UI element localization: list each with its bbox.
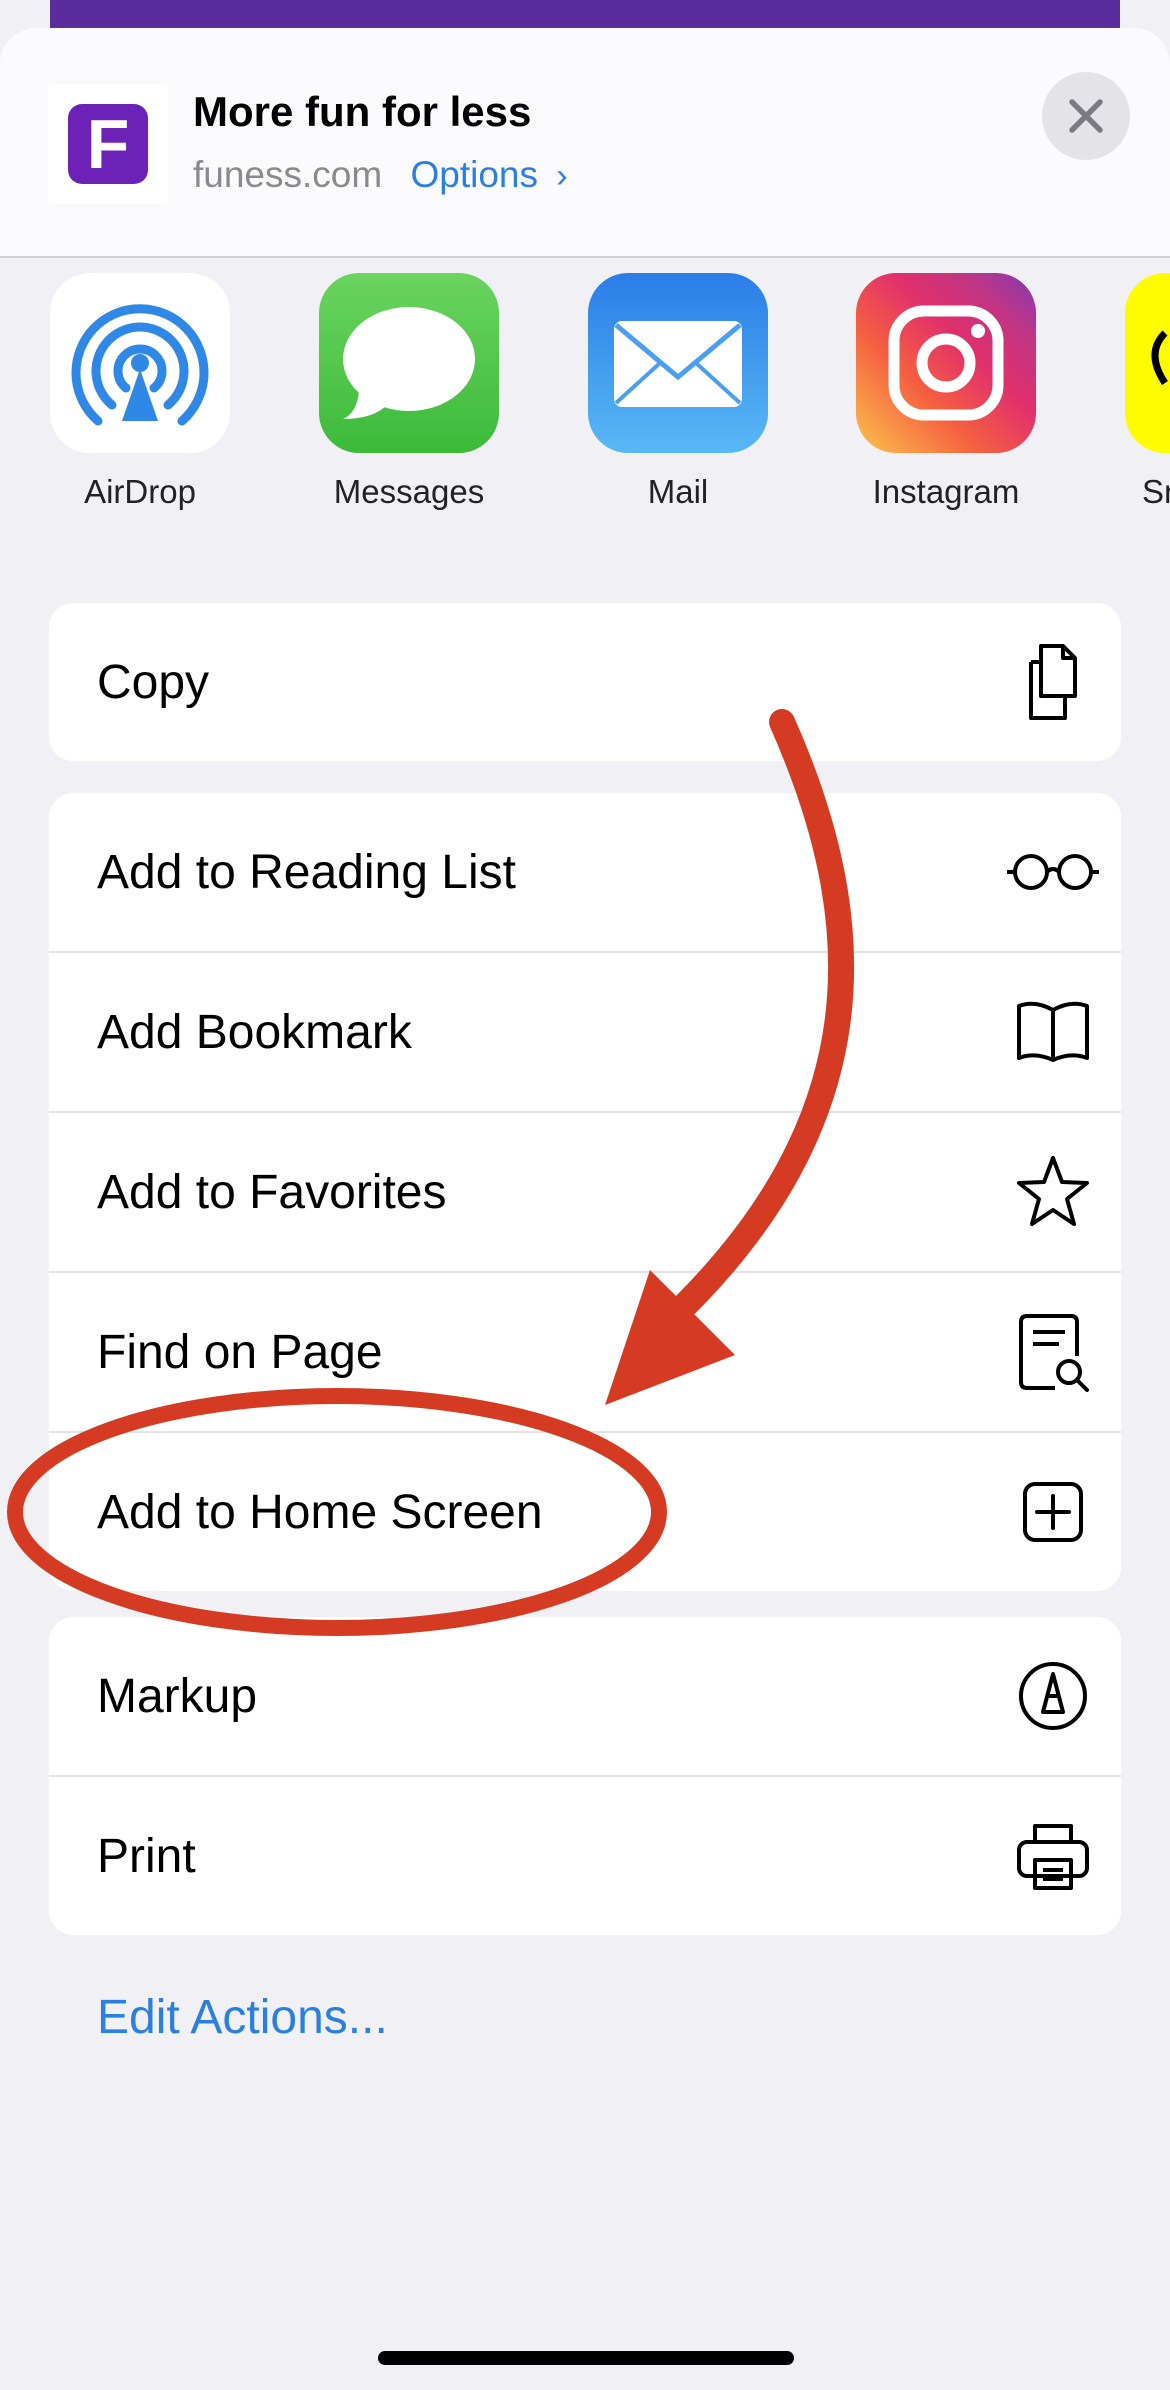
app-label: AirDrop: [84, 473, 196, 510]
glasses-icon: [1003, 832, 1103, 912]
app-row: AirDrop Messages Mail Instagram S: [0, 273, 1170, 533]
action-label: Add to Favorites: [97, 1165, 447, 1219]
action-copy[interactable]: Copy: [49, 603, 1121, 761]
close-icon: [1069, 99, 1103, 133]
action-group-safari: Add to Reading List Add Bookmark Add to …: [49, 793, 1121, 1591]
app-label: Messages: [333, 473, 485, 510]
action-group-other: Markup Print: [49, 1617, 1121, 1935]
action-add-to-reading-list[interactable]: Add to Reading List: [49, 793, 1121, 953]
star-icon: [1013, 1152, 1093, 1232]
markup-icon: [1013, 1656, 1093, 1736]
action-find-on-page[interactable]: Find on Page: [49, 1273, 1121, 1433]
messages-icon: [319, 273, 499, 453]
action-label: Markup: [97, 1669, 258, 1723]
action-label: Find on Page: [97, 1325, 383, 1379]
app-label: Mail: [647, 473, 709, 510]
action-label: Print: [97, 1829, 196, 1883]
printer-icon: [1013, 1816, 1093, 1896]
action-add-to-home-screen[interactable]: Add to Home Screen: [49, 1433, 1121, 1591]
site-subtitle: funess.com Options ›: [193, 154, 568, 196]
app-messages[interactable]: Messages: [309, 273, 509, 511]
action-markup[interactable]: Markup: [49, 1617, 1121, 1777]
app-mail[interactable]: Mail: [578, 273, 778, 511]
mail-icon: [588, 273, 768, 453]
plus-square-icon: [1013, 1472, 1093, 1552]
app-instagram[interactable]: Instagram: [846, 273, 1046, 511]
action-label: Copy: [97, 655, 210, 709]
site-domain: funess.com: [193, 154, 383, 195]
action-add-to-favorites[interactable]: Add to Favorites: [49, 1113, 1121, 1273]
edit-actions-button[interactable]: Edit Actions...: [97, 1990, 388, 2045]
action-label: Add to Home Screen: [97, 1485, 543, 1539]
options-button[interactable]: Options: [410, 154, 538, 195]
action-label: Add Bookmark: [97, 1005, 412, 1059]
action-add-bookmark[interactable]: Add Bookmark: [49, 953, 1121, 1113]
app-airdrop[interactable]: AirDrop: [40, 273, 240, 511]
app-snapchat[interactable]: Sn: [1115, 273, 1170, 511]
site-logo-letter: F: [68, 104, 148, 184]
snapchat-icon: [1125, 273, 1170, 453]
book-icon: [1013, 992, 1093, 1072]
instagram-icon: [856, 273, 1036, 453]
share-header: F More fun for less funess.com Options ›: [0, 28, 1170, 258]
home-indicator: [378, 2351, 794, 2365]
action-label: Add to Reading List: [97, 845, 516, 899]
site-icon: F: [48, 84, 168, 204]
action-group-copy: Copy: [49, 603, 1121, 761]
airdrop-icon: [50, 273, 230, 453]
close-button[interactable]: [1042, 72, 1130, 160]
site-title: More fun for less: [193, 88, 532, 135]
app-label: Sn: [1142, 473, 1170, 510]
action-print[interactable]: Print: [49, 1777, 1121, 1935]
copy-icon: [1013, 642, 1093, 722]
find-icon: [1013, 1312, 1093, 1392]
chevron-right-icon[interactable]: ›: [556, 157, 567, 195]
app-label: Instagram: [872, 473, 1020, 510]
